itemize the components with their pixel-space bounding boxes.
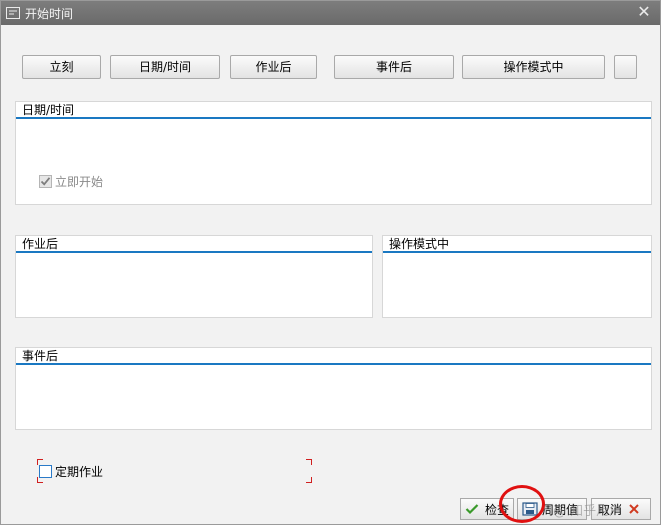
after-job-group: 作业后 <box>15 235 373 318</box>
datetime-group: 日期/时间 立即开始 <box>15 101 652 205</box>
datetime-button[interactable]: 日期/时间 <box>110 55 220 79</box>
focus-corner-br <box>306 477 312 483</box>
checkmark-icon <box>40 177 51 186</box>
window-title: 开始时间 <box>25 6 74 21</box>
op-mode-group: 操作模式中 <box>382 235 652 318</box>
title-bar: 开始时间 ✕ <box>1 1 660 25</box>
window-icon <box>5 5 21 21</box>
periodic-job-checkbox[interactable] <box>39 465 52 478</box>
start-immediately-checkbox[interactable] <box>39 175 52 188</box>
start-immediately-label: 立即开始 <box>55 175 104 189</box>
periodic-job-row[interactable]: 定期作业 <box>39 463 103 480</box>
immediate-button[interactable]: 立刻 <box>22 55 101 79</box>
close-icon[interactable]: ✕ <box>636 4 652 20</box>
after-event-group: 事件后 <box>15 347 652 430</box>
datetime-group-title: 日期/时间 <box>16 102 651 119</box>
start-immediately-row: 立即开始 <box>39 173 103 190</box>
focus-corner-tr <box>306 459 312 465</box>
after-job-button[interactable]: 作业后 <box>230 55 317 79</box>
red-highlight-circle <box>499 485 545 523</box>
after-event-group-title: 事件后 <box>16 348 651 365</box>
watermark: @ 知乎用户 <box>553 504 623 519</box>
cancel-x-icon <box>629 504 639 514</box>
after-job-group-title: 作业后 <box>16 236 372 253</box>
periodic-job-label: 定期作业 <box>55 465 104 479</box>
start-time-dialog: 开始时间 ✕ 立刻 日期/时间 作业后 事件后 操作模式中 日期/时间 立即开始… <box>0 0 661 525</box>
op-mode-group-title: 操作模式中 <box>383 236 651 253</box>
check-icon <box>465 504 479 515</box>
after-event-button[interactable]: 事件后 <box>334 55 454 79</box>
op-mode-button[interactable]: 操作模式中 <box>462 55 605 79</box>
extra-button[interactable] <box>614 55 637 79</box>
